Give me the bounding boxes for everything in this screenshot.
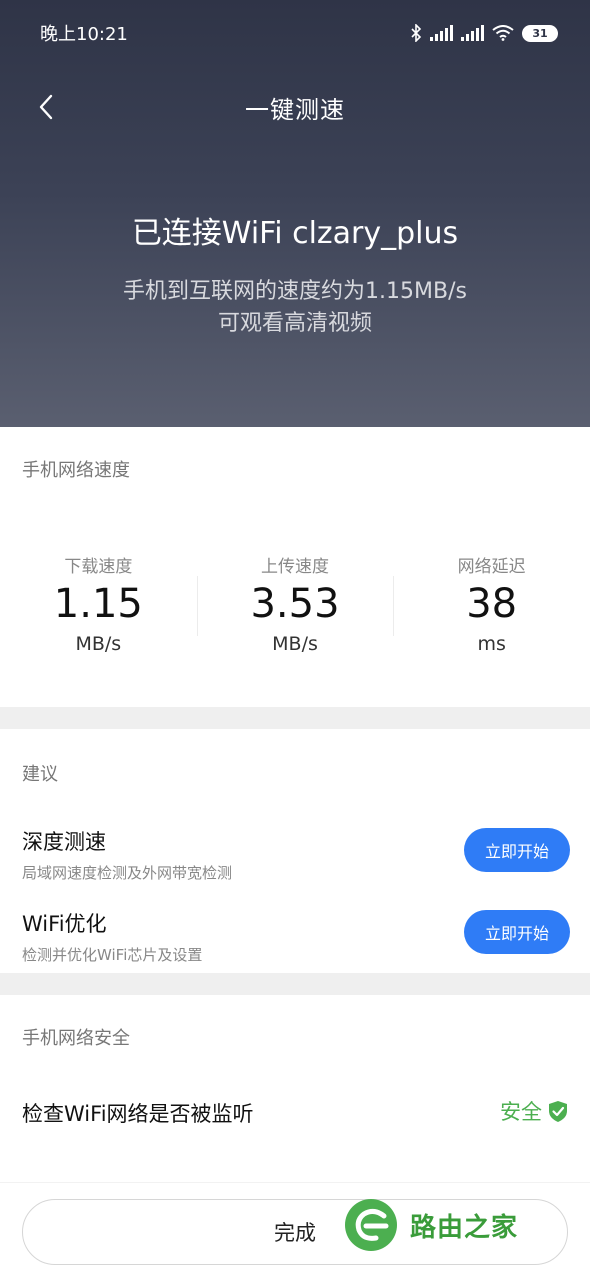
metric-unit: ms bbox=[477, 633, 506, 655]
deep-speed-test-start-button[interactable]: 立即开始 bbox=[464, 828, 570, 872]
speed-section-label: 手机网络速度 bbox=[22, 460, 130, 481]
section-divider bbox=[0, 707, 590, 729]
connected-wifi-title: 已连接WiFi clzary_plus bbox=[131, 216, 459, 251]
battery-icon: 31 bbox=[522, 24, 558, 42]
suggestion-deep-speed-test: 深度测速 局域网速度检测及外网带宽检测 立即开始 bbox=[0, 826, 590, 896]
metric-value: 1.15 bbox=[53, 581, 143, 627]
hero-header: 晚上10:21 31 一键测速 已连接WiFi clzary_plus 手机到互… bbox=[0, 0, 590, 427]
metric-label: 上传速度 bbox=[261, 557, 329, 577]
bottom-bar: 完成 bbox=[0, 1182, 590, 1280]
back-button[interactable] bbox=[26, 86, 66, 128]
suggestion-wifi-optimize: WiFi优化 检测并优化WiFi芯片及设置 立即开始 bbox=[0, 908, 590, 978]
wifi-icon bbox=[492, 25, 514, 41]
security-check-text: 检查WiFi网络是否被监听 bbox=[22, 1102, 254, 1126]
bluetooth-icon bbox=[411, 24, 422, 42]
speed-summary-line1: 手机到互联网的速度约为1.15MB/s bbox=[123, 279, 467, 304]
shield-check-icon bbox=[549, 1100, 567, 1122]
battery-level: 31 bbox=[532, 26, 548, 40]
status-bar: 晚上10:21 31 bbox=[0, 0, 590, 66]
suggestions-section-label: 建议 bbox=[22, 764, 58, 785]
nav-bar: 一键测速 bbox=[0, 78, 590, 136]
suggestion-title: WiFi优化 bbox=[22, 912, 107, 936]
signal-icon bbox=[430, 25, 453, 41]
done-button[interactable]: 完成 bbox=[22, 1199, 568, 1265]
security-status-text: 安全 bbox=[500, 1100, 542, 1124]
speed-summary-line2: 可观看高清视频 bbox=[217, 311, 372, 336]
status-time: 晚上10:21 bbox=[40, 24, 128, 45]
security-section-label: 手机网络安全 bbox=[22, 1028, 130, 1049]
signal-icon bbox=[461, 25, 484, 41]
chevron-left-icon bbox=[39, 94, 53, 120]
metric-unit: MB/s bbox=[272, 633, 318, 655]
metric-value: 3.53 bbox=[250, 581, 340, 627]
upload-speed: 上传速度 3.53 MB/s bbox=[196, 552, 394, 662]
metric-unit: MB/s bbox=[75, 633, 122, 655]
suggestion-desc: 局域网速度检测及外网带宽检测 bbox=[22, 864, 233, 882]
metric-value: 38 bbox=[466, 581, 518, 627]
suggestion-title: 深度测速 bbox=[22, 830, 106, 854]
security-status: 安全 bbox=[500, 1096, 568, 1126]
suggestion-desc: 检测并优化WiFi芯片及设置 bbox=[22, 946, 203, 964]
wifi-optimize-start-button[interactable]: 立即开始 bbox=[464, 910, 570, 954]
download-speed: 下载速度 1.15 MB/s bbox=[0, 552, 197, 662]
metric-label: 下载速度 bbox=[64, 557, 133, 577]
status-icons: 31 bbox=[410, 24, 558, 42]
network-latency: 网络延迟 38 ms bbox=[393, 552, 590, 662]
section-divider bbox=[0, 973, 590, 995]
security-check-row: 检查WiFi网络是否被监听 安全 bbox=[0, 1094, 590, 1134]
metric-label: 网络延迟 bbox=[457, 557, 526, 577]
speed-metrics: 下载速度 1.15 MB/s 上传速度 3.53 MB/s 网络延迟 38 ms bbox=[0, 552, 590, 662]
page-title: 一键测速 bbox=[245, 95, 345, 124]
speed-summary: 手机到互联网的速度约为1.15MB/s 可观看高清视频 bbox=[0, 276, 590, 340]
